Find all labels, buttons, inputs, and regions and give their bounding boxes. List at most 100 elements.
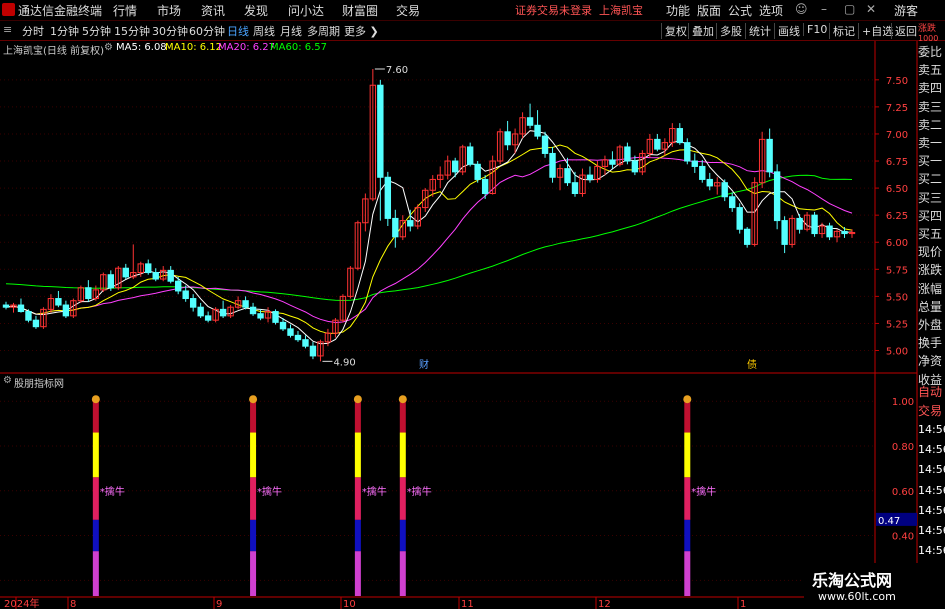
candle-body — [324, 332, 332, 343]
time-tick-label: 10 — [343, 599, 356, 609]
candle-body — [721, 182, 728, 198]
candle-body — [669, 128, 676, 144]
tab-30min[interactable]: 30分钟 — [152, 23, 188, 39]
menu-caifuquan[interactable]: 财富圈 — [342, 2, 378, 19]
trade-time: 14:56 — [918, 544, 945, 558]
candle-body — [773, 171, 781, 222]
menu-banmian[interactable]: 版面 — [697, 2, 721, 19]
btn-f10[interactable]: F10 — [803, 23, 827, 36]
menu-hangqing[interactable]: 行情 — [113, 2, 137, 19]
signal-label: *擒牛 — [100, 485, 125, 498]
candle-body — [706, 178, 713, 187]
tab-monthly[interactable]: 月线 — [280, 23, 302, 39]
main-price-plot: 7.60 4.90 财 债 — [2, 65, 856, 371]
user-label[interactable]: 游客 — [894, 2, 918, 19]
sub-settings-icon[interactable]: ⚙ — [3, 375, 12, 386]
settings-gear-icon[interactable]: ⚙ — [104, 42, 113, 53]
kline-chart[interactable]: 7.60 4.90 财 债 *擒牛 *擒牛 *擒牛 *擒牛 *擒牛 7.50 7.25 7.00 6… — [0, 0, 945, 609]
candle-body — [556, 168, 564, 178]
tab-60min[interactable]: 60分钟 — [189, 23, 225, 39]
chat-icon[interactable]: ☺ — [795, 2, 808, 16]
candle-body — [699, 165, 706, 180]
money-bag-icon — [91, 395, 100, 404]
price-tick-label: 6.75 — [886, 157, 908, 168]
menu-faxian[interactable]: 发现 — [244, 2, 268, 19]
quote-label: 卖二 — [918, 117, 943, 132]
candle-body — [459, 146, 466, 173]
login-notice[interactable]: 证券交易未登录 上海凯宝 — [515, 2, 643, 18]
candle-body — [384, 176, 392, 219]
candle-body — [841, 230, 848, 235]
tab-15min[interactable]: 15分钟 — [114, 23, 150, 39]
candle-body — [369, 84, 377, 200]
chart-axes — [0, 41, 918, 609]
candle-body — [691, 160, 698, 167]
signal-bar-segment — [684, 519, 691, 552]
money-bag-icon — [683, 395, 692, 404]
candle-body — [197, 306, 204, 317]
candle-body — [62, 304, 70, 317]
signal-bar-segment — [354, 551, 361, 596]
signal-bar-segment — [399, 401, 406, 433]
signal-bar-segment — [250, 551, 257, 596]
btn-fuquan[interactable]: 复权 — [661, 23, 687, 39]
candle-body — [609, 159, 616, 165]
menu-shichang[interactable]: 市场 — [157, 2, 181, 19]
candle-body — [833, 230, 841, 238]
candle-body — [294, 334, 302, 341]
btn-tongji[interactable]: 统计 — [745, 23, 771, 39]
price-tick-label: 7.50 — [886, 76, 908, 87]
tab-1min[interactable]: 1分钟 — [50, 23, 79, 39]
btn-fanhui[interactable]: 返回 — [891, 23, 917, 39]
event-marker-finance: 财 — [419, 358, 429, 371]
candle-body — [586, 174, 594, 180]
quote-side-panel: 涨跌 1000 委比 卖五 卖四 卖三 卖二 卖一 买一 买二 买三 买四 买五 现价 涨跌 涨幅 总量 外盘… — [917, 24, 945, 577]
btn-biaoji[interactable]: 标记 — [829, 23, 855, 39]
menu-gongshi[interactable]: 公式 — [728, 2, 752, 19]
btn-diejia[interactable]: 叠加 — [688, 23, 714, 39]
tab-more[interactable]: 更多 ❯ — [344, 23, 379, 39]
maximize-icon[interactable]: ▢ — [844, 2, 855, 16]
candle-body — [616, 146, 624, 165]
tab-5min[interactable]: 5分钟 — [82, 23, 111, 39]
btn-zixuan[interactable]: +自选 — [858, 23, 893, 39]
sub-current-value-box — [876, 512, 917, 526]
candle-body — [137, 263, 144, 274]
menu-gongneng[interactable]: 功能 — [666, 2, 690, 19]
minimize-icon[interactable]: – — [821, 2, 827, 16]
candle-body — [130, 272, 137, 278]
price-tick-label: 7.00 — [886, 130, 908, 141]
quote-label: 卖一 — [918, 136, 943, 150]
candle-body — [92, 289, 100, 300]
candle-body — [796, 217, 803, 230]
close-icon[interactable]: ✕ — [866, 2, 876, 16]
tab-fenshi[interactable]: 分时 — [22, 23, 44, 39]
menu-jiaoyi[interactable]: 交易 — [396, 2, 420, 19]
btn-duogu[interactable]: 多股 — [716, 23, 742, 39]
sub-tick-label: 0.40 — [892, 532, 914, 543]
chart-title: 上海凯宝(日线 前复权) — [3, 46, 104, 57]
candle-body — [160, 269, 167, 280]
btn-huaxian[interactable]: 画线 — [774, 23, 800, 39]
tab-weekly[interactable]: 周线 — [253, 23, 275, 39]
tab-multi-period[interactable]: 多周期 — [307, 23, 340, 39]
price-tick-label: 6.25 — [886, 211, 908, 222]
signal-bar-segment — [684, 477, 691, 520]
tab-daily[interactable]: 日线 — [227, 23, 249, 39]
toolbar-menu-icon[interactable]: ≡ — [3, 23, 12, 36]
candle-body — [25, 311, 32, 321]
signal-label: *擒牛 — [407, 485, 432, 498]
signal-label: *擒牛 — [257, 485, 282, 498]
candle-body — [332, 319, 339, 334]
candle-body — [437, 174, 444, 180]
menu-zixun[interactable]: 资讯 — [201, 2, 225, 19]
candle-body — [571, 182, 579, 195]
trade-time: 14:56 — [918, 463, 945, 477]
signal-bar-segment — [354, 401, 361, 433]
ma60-line — [5, 174, 853, 302]
candle-body — [377, 84, 384, 178]
candle-body — [77, 287, 85, 302]
menu-wenxiaoda[interactable]: 问小达 — [288, 2, 324, 19]
menu-xuanxiang[interactable]: 选项 — [759, 2, 783, 19]
period-toolbar: ≡ 分时 1分钟 5分钟 15分钟 30分钟 60分钟 日线 周线 月线 多周期… — [0, 22, 945, 41]
